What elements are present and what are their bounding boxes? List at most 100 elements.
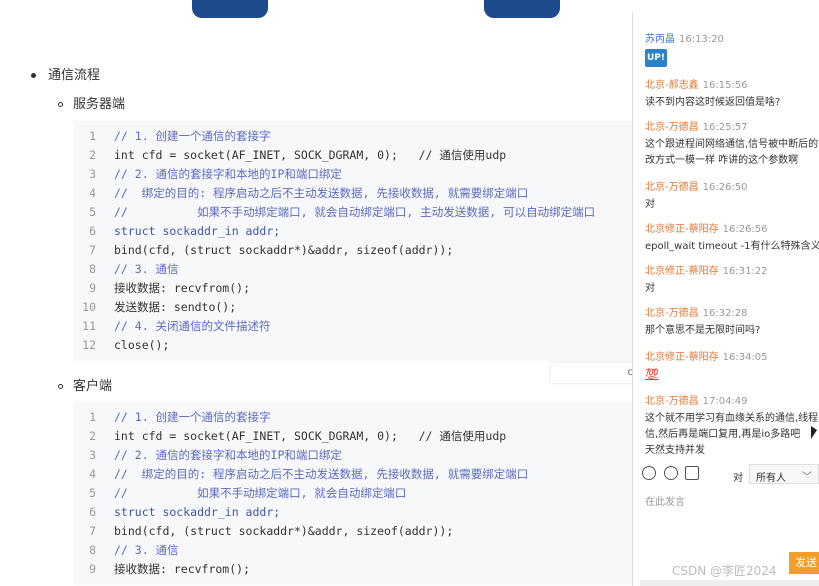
comment-icon[interactable] xyxy=(664,466,678,480)
message-header: 北京修正-蔡阳存 16:31:22 xyxy=(645,262,819,277)
chat-message: 北京-万德昌 17:04:49 这个就不用学习有血缘关系的通信,线程信,然后再是端口… xyxy=(645,392,819,459)
code-text: struct sockaddr_in addr; xyxy=(114,224,281,238)
client-heading: 客户端 xyxy=(58,375,112,394)
message-header: 北京-万德昌 16:26:50 xyxy=(645,178,819,193)
code-line: 10 发送数据: sendto(); xyxy=(74,298,632,317)
line-number: 9 xyxy=(89,562,96,576)
sender-name[interactable]: 北京修正-蔡阳存 xyxy=(645,352,719,363)
line-number: 10 xyxy=(82,300,96,314)
message-time: 16:31:22 xyxy=(722,266,768,277)
code-text: int cfd = socket(AF_INET, SOCK_DGRAM, 0)… xyxy=(114,148,507,162)
sender-name[interactable]: 北京-万德昌 xyxy=(645,182,699,193)
line-number: 1 xyxy=(89,129,96,143)
code-text: // 1. 创建一个通信的套接字 xyxy=(114,129,271,143)
message-body: 改方式一模一样 咋讲的这个参数啊 xyxy=(645,155,799,166)
message-time: 17:04:49 xyxy=(702,396,748,407)
chat-message: 北京-万德昌 16:32:28 那个意思不是无限时间吗? xyxy=(645,304,819,339)
message-time: 16:26:56 xyxy=(722,224,768,235)
code-line: 2 int cfd = socket(AF_INET, SOCK_DGRAM, 0… xyxy=(74,427,632,446)
message-time: 16:13:20 xyxy=(679,34,724,45)
message-header: 北京-万德昌 16:32:28 xyxy=(645,304,819,319)
message-header: 北京修正-蔡阳存 16:26:56 xyxy=(645,220,819,235)
top-button-right[interactable] xyxy=(484,0,560,18)
message-line: epoll_wait timeout -1有什么特殊含义 xyxy=(645,239,819,255)
line-number: 8 xyxy=(89,262,96,276)
message-time: 16:34:05 xyxy=(722,352,768,363)
emoji-icon[interactable] xyxy=(642,466,656,480)
message-body: 这个跟进程间网络通信,信号被中断后的 xyxy=(645,139,819,150)
sender-name[interactable]: 北京-万德昌 xyxy=(645,396,699,407)
line-number: 2 xyxy=(89,148,96,162)
code-text: 接收数据: recvfrom(); xyxy=(114,281,251,295)
chat-message: 北京修正-蔡阳存 16:31:22 对 xyxy=(645,262,819,297)
sender-name[interactable]: 苏丙晶 xyxy=(645,34,675,45)
article-area: 通信流程 服务器端 1 // 1. 创建一个通信的套接字 2 int cfd = so… xyxy=(0,0,632,586)
code-text: struct sockaddr_in addr; xyxy=(114,505,281,519)
message-time: 16:26:50 xyxy=(702,182,748,193)
code-text: // 如果不手动绑定端口, 就会自动绑定端口, 主动发送数据, 可以自动绑定端口 xyxy=(114,205,596,219)
sender-name[interactable]: 北京修正-蔡阳存 xyxy=(645,224,719,235)
chat-message: 北京修正-蔡阳存 16:26:56 epoll_wait timeout -1有什么… xyxy=(645,220,819,255)
message-body: 天然支持并发 xyxy=(645,445,705,456)
message-header: 北京修正-蔡阳存 16:34:05 xyxy=(645,348,819,363)
message-header: 北京-万德昌 16:25:57 xyxy=(645,118,819,133)
line-number: 5 xyxy=(89,205,96,219)
chat-message: 苏丙晶 16:13:20 UP! xyxy=(645,30,819,67)
code-text: // 绑定的目的: 程序启动之后不主动发送数据, 先接收数据, 就需要绑定端口 xyxy=(114,186,529,200)
code-line: 7 bind(cfd, (struct sockaddr*)&addr, size… xyxy=(74,241,632,260)
code-text: bind(cfd, (struct sockaddr*)&addr, sizeo… xyxy=(114,243,454,257)
mouse-cursor-icon xyxy=(811,426,817,439)
watermark: CSDN @李匠2024 xyxy=(672,564,777,578)
message-body: 对 xyxy=(645,199,655,210)
code-line: 1 // 1. 创建一个通信的套接字 xyxy=(74,127,632,146)
code-line: 7 bind(cfd, (struct sockaddr*)&addr, size… xyxy=(74,522,632,541)
code-text: // 2. 通信的套接字和本地的IP和端口绑定 xyxy=(114,167,342,181)
sender-name[interactable]: 北京-郝志鑫 xyxy=(645,80,699,91)
server-code-block: 1 // 1. 创建一个通信的套接字 2 int cfd = socket(AF_IN… xyxy=(74,121,632,361)
line-number: 6 xyxy=(89,224,96,238)
code-text: // 3. 通信 xyxy=(114,262,179,276)
message-body: 对 xyxy=(645,283,655,294)
code-text: int cfd = socket(AF_INET, SOCK_DGRAM, 0)… xyxy=(114,429,507,443)
server-heading: 服务器端 xyxy=(58,93,125,112)
sender-name[interactable]: 北京-万德昌 xyxy=(645,308,699,319)
code-line: 9 接收数据: recvfrom(); xyxy=(74,560,632,579)
code-text: // 3. 通信 xyxy=(114,543,179,557)
message-header: 北京-万德昌 17:04:49 xyxy=(645,392,819,407)
message-body: epoll_wait timeout -1有什么特殊含义 xyxy=(645,241,819,252)
sender-name[interactable]: 北京修正-蔡阳存 xyxy=(645,266,719,277)
message-line: 对 xyxy=(645,281,819,297)
image-icon[interactable] xyxy=(685,466,699,480)
chevron-down-icon: ﹀ xyxy=(802,472,812,483)
message-line: 天然支持并发 xyxy=(645,443,819,459)
chat-panel: 对 所有人 ﹀ 在此发言 发送 苏丙晶 16:13:20 UP! 北京-郝志鑫 16:15… xyxy=(632,12,819,586)
top-button-left[interactable] xyxy=(192,0,268,18)
line-number: 12 xyxy=(82,338,96,352)
line-number: 8 xyxy=(89,543,96,557)
message-line: 这个跟进程间网络通信,信号被中断后的 xyxy=(645,137,819,153)
code-text: // 绑定的目的: 程序启动之后不主动发送数据, 先接收数据, 就需要绑定端口 xyxy=(114,467,529,481)
line-number: 5 xyxy=(89,486,96,500)
line-number: 7 xyxy=(89,524,96,538)
message-body: 信,然后再是端口复用,再是io多路吧 xyxy=(645,429,801,440)
code-line: 2 int cfd = socket(AF_INET, SOCK_DGRAM, 0… xyxy=(74,146,632,165)
chat-input[interactable]: 在此发言 xyxy=(645,493,685,508)
floating-toolbar[interactable]: c xyxy=(551,363,632,383)
line-number: 6 xyxy=(89,505,96,519)
message-body: 读不到内容这时候返回值是啥? xyxy=(645,97,781,108)
message-line: 信,然后再是端口复用,再是io多路吧 xyxy=(645,427,819,443)
message-time: 16:25:57 xyxy=(702,122,748,133)
client-code-block: 1 // 1. 创建一个通信的套接字 2 int cfd = socket(AF_IN… xyxy=(74,402,632,585)
code-text: // 1. 创建一个通信的套接字 xyxy=(114,410,271,424)
message-line: 对 xyxy=(645,197,819,213)
line-number: 3 xyxy=(89,167,96,181)
send-button[interactable]: 发送 xyxy=(789,552,819,574)
code-line: 4 // 绑定的目的: 程序启动之后不主动发送数据, 先接收数据, 就需要绑定端口 xyxy=(74,184,632,203)
code-text: // 4. 关闭通信的文件描述符 xyxy=(114,319,271,333)
message-line: 改方式一模一样 咋讲的这个参数啊 xyxy=(645,153,819,169)
message-line: 这个就不用学习有血缘关系的通信,线程 xyxy=(645,411,819,427)
sender-name[interactable]: 北京-万德昌 xyxy=(645,122,699,133)
chat-toolbar: 对 所有人 ﹀ xyxy=(633,464,819,486)
recipient-select[interactable]: 所有人 ﹀ xyxy=(749,464,819,484)
code-line: 5 // 如果不手动绑定端口, 就会自动绑定端口, 主动发送数据, 可以自动绑定端… xyxy=(74,203,632,222)
